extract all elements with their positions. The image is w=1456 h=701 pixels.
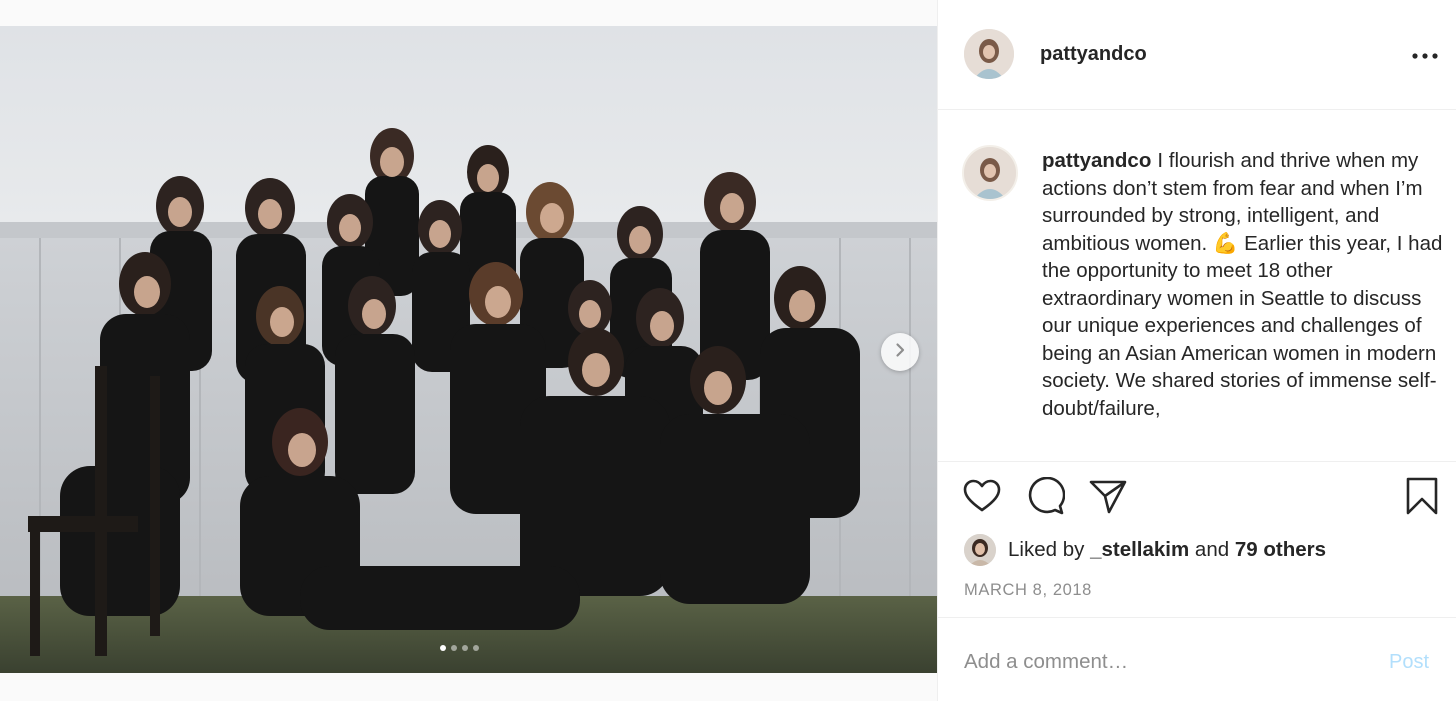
instagram-post-page: pattyandco pattyandco I flourish and thri… (0, 0, 1456, 701)
carousel-dot-active (440, 645, 446, 651)
post-date[interactable]: MARCH 8, 2018 (964, 581, 1092, 600)
comment-bubble-icon (1027, 476, 1066, 520)
liked-by-label: Liked by (1008, 538, 1085, 561)
likes-summary: Liked by _stellakim and 79 others (964, 534, 1326, 566)
photo-pane (0, 0, 937, 701)
post-comment-button[interactable]: Post (1389, 651, 1429, 674)
like-button[interactable] (962, 478, 1002, 518)
post-sidebar: pattyandco pattyandco I flourish and thri… (937, 0, 1456, 701)
carousel-dot (462, 645, 468, 651)
paper-plane-icon (1089, 478, 1127, 519)
carousel-dot (451, 645, 457, 651)
comment-button[interactable] (1026, 476, 1066, 520)
caption-area: pattyandco I flourish and thrive when my … (938, 110, 1456, 462)
more-options-button[interactable] (1408, 40, 1442, 70)
carousel-dot (473, 645, 479, 651)
post-header: pattyandco (938, 0, 1456, 110)
caption-avatar[interactable] (962, 145, 1018, 201)
post-caption: pattyandco I flourish and thrive when my … (1042, 147, 1447, 422)
caption-username[interactable]: pattyandco (1042, 149, 1151, 172)
liked-others-link[interactable]: 79 others (1235, 538, 1326, 562)
liked-user-link[interactable]: _stellakim (1090, 538, 1189, 562)
bookmark-icon (1406, 477, 1438, 520)
carousel-indicator (440, 645, 479, 651)
share-button[interactable] (1088, 478, 1128, 518)
liker-avatar[interactable] (964, 534, 996, 566)
header-username[interactable]: pattyandco (1040, 43, 1147, 66)
next-slide-button[interactable] (881, 333, 919, 371)
comment-bar: Post (938, 617, 1456, 701)
post-photo[interactable] (0, 26, 937, 673)
chevron-right-icon (892, 342, 908, 363)
heart-icon (963, 479, 1001, 518)
avatar[interactable] (964, 29, 1014, 79)
comment-input[interactable] (964, 644, 1344, 680)
save-button[interactable] (1402, 477, 1442, 520)
liked-and-label: and (1194, 538, 1230, 561)
more-options-icon (1412, 46, 1438, 64)
caption-text: I flourish and thrive when my actions do… (1042, 149, 1443, 420)
action-bar (938, 462, 1456, 532)
